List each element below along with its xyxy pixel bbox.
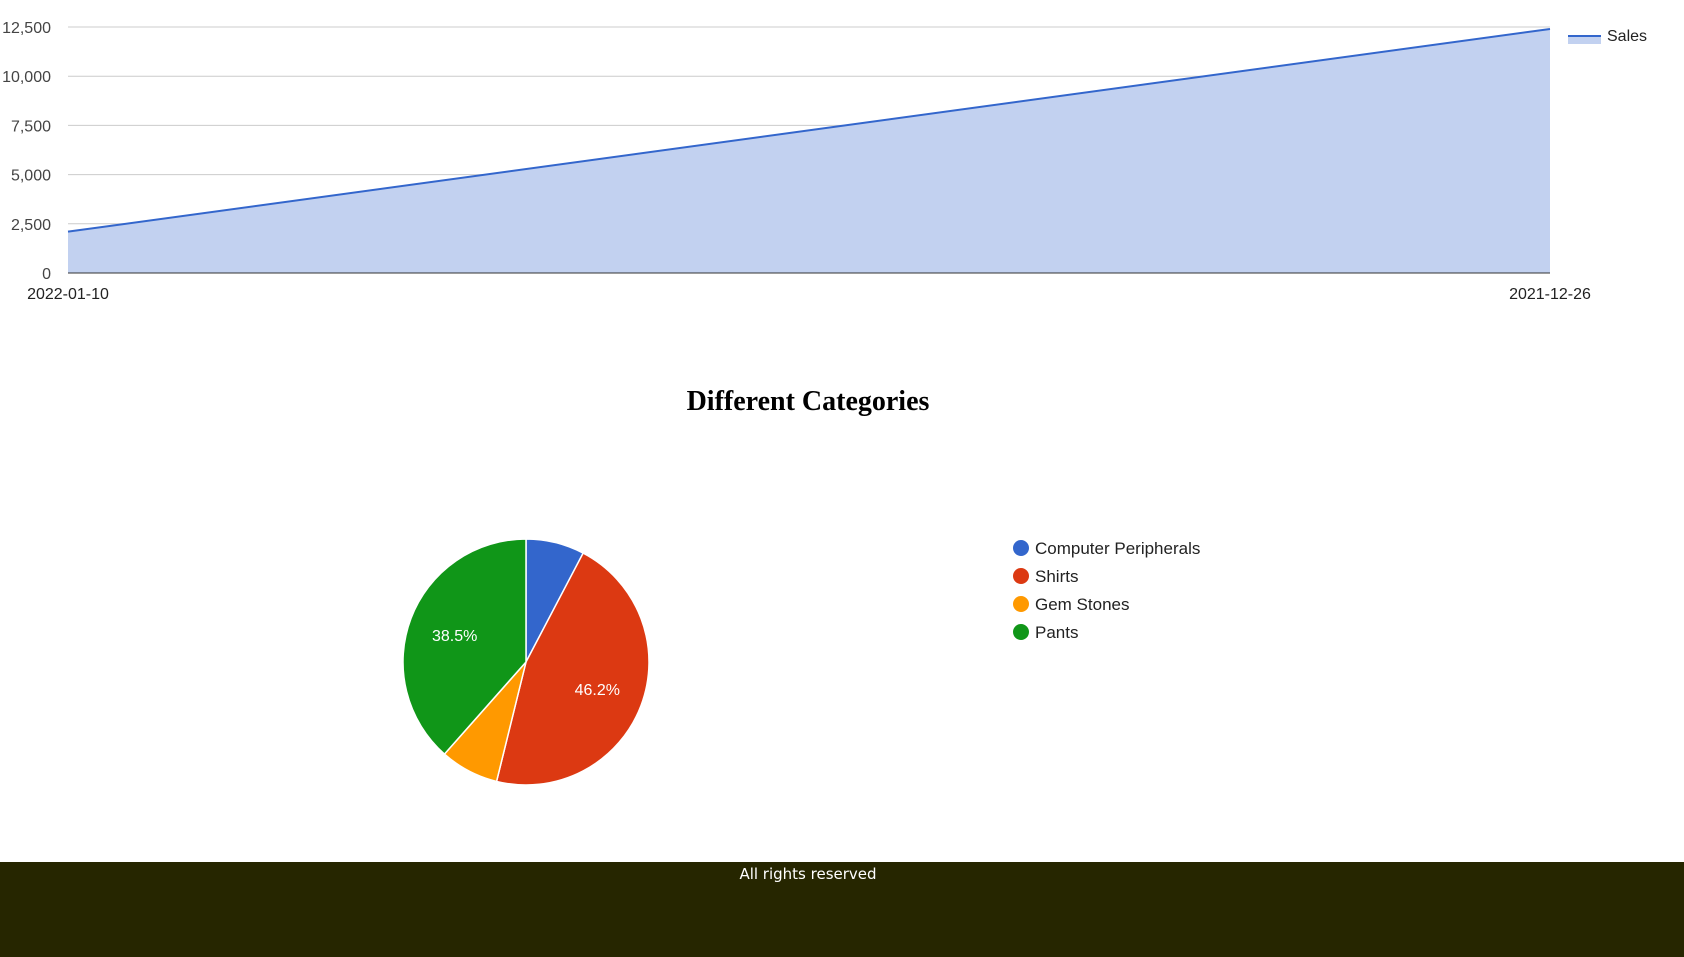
legend-label: Sales <box>1607 28 1647 45</box>
pie-data-label: 38.5% <box>432 628 477 645</box>
y-tick-label: 0 <box>42 266 51 283</box>
legend-swatch-fill <box>1568 36 1601 44</box>
pie-chart-title: Different Categories <box>686 386 930 417</box>
legend-swatch <box>1013 568 1029 584</box>
y-tick-label: 2,500 <box>11 217 51 234</box>
categories-pie-chart: 46.2% 38.5% Computer Peripherals Shirts Gem … <box>402 538 1200 786</box>
legend-label: Pants <box>1035 623 1078 642</box>
y-tick-label: 5,000 <box>11 168 51 185</box>
sales-area-chart: 0 2,500 5,000 7,500 10,000 12,500 2022-01-10 20… <box>2 20 1647 303</box>
legend-swatch <box>1013 596 1029 612</box>
y-tick-label: 12,500 <box>2 20 51 37</box>
legend-label: Computer Peripherals <box>1035 539 1200 558</box>
pie-data-label: 46.2% <box>575 682 620 699</box>
y-tick-label: 7,500 <box>11 118 51 135</box>
x-tick-label: 2022-01-10 <box>27 286 109 303</box>
sales-area-fill <box>68 28 1550 273</box>
x-tick-label: 2021-12-26 <box>1509 286 1591 303</box>
legend-swatch <box>1013 624 1029 640</box>
legend-swatch <box>1013 540 1029 556</box>
legend-label: Gem Stones <box>1035 595 1130 614</box>
footer-text: All rights reserved <box>739 865 877 883</box>
y-tick-label: 10,000 <box>2 69 51 86</box>
footer: All rights reserved <box>0 862 1684 957</box>
page: 0 2,500 5,000 7,500 10,000 12,500 2022-01-10 20… <box>0 0 1684 957</box>
legend-label: Shirts <box>1035 567 1078 586</box>
